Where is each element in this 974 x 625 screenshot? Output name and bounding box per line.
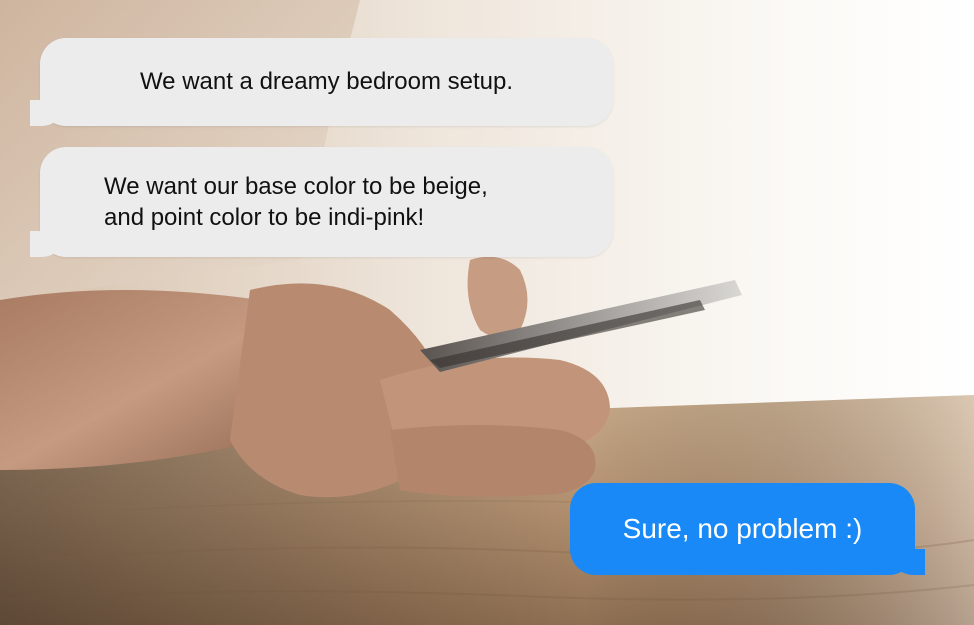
message-text: We want our base color to be beige, and …	[40, 171, 488, 233]
message-text: We want a dreamy bedroom setup.	[139, 68, 514, 95]
incoming-message-bubble: We want a dreamy bedroom setup.	[30, 38, 613, 126]
message-line: and point color to be indi-pink!	[104, 204, 425, 231]
message-line: We want our base color to be beige,	[104, 173, 488, 200]
incoming-message-bubble: We want our base color to be beige, and …	[30, 147, 613, 257]
message-text: Sure, no problem :)	[622, 513, 863, 544]
outgoing-message-bubble: Sure, no problem :)	[570, 483, 925, 575]
